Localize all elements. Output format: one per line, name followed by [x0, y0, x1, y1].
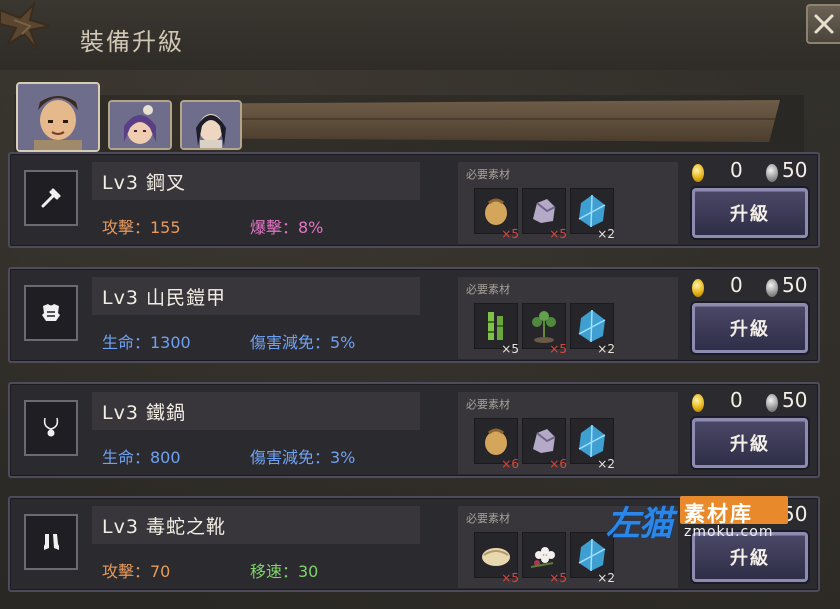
character-tab-3[interactable] — [180, 100, 242, 150]
close-icon — [814, 14, 834, 34]
material-count: ×5 — [549, 571, 567, 585]
materials-panel: 必要素材 ×5 ×5 ×2 — [458, 506, 678, 588]
silver-cost: 50 — [782, 273, 808, 297]
materials-panel: 必要素材 ×6 ×6 ×2 — [458, 392, 678, 474]
necklace-icon — [43, 417, 59, 437]
material-count: ×5 — [549, 342, 567, 356]
silver-coin-icon — [766, 394, 778, 412]
gold-cost: 0 — [730, 158, 743, 182]
gold-coin-icon — [692, 394, 704, 412]
upgrade-button[interactable]: 升級 — [692, 188, 808, 238]
cost-row: 0 50 — [686, 158, 816, 184]
material-slot[interactable]: ×2 — [570, 303, 615, 356]
wood-plank-decoration — [238, 100, 780, 142]
material-count: ×5 — [501, 571, 519, 585]
material-slot[interactable]: ×2 — [570, 418, 615, 471]
materials-label: 必要素材 — [466, 283, 510, 296]
character-portrait-icon — [110, 102, 170, 148]
material-slot[interactable]: ×5 — [474, 188, 519, 241]
silver-cost: 50 — [782, 388, 808, 412]
character-tab-1[interactable] — [16, 82, 100, 152]
equipment-icon-slot[interactable] — [24, 400, 78, 456]
silver-cost: 50 — [782, 502, 808, 526]
header-bar: 裝備升級 — [0, 0, 840, 70]
materials-panel: 必要素材 ×5 ×5 ×2 — [458, 277, 678, 359]
stat-secondary: 移速：30 — [250, 562, 319, 581]
gold-coin-icon — [692, 279, 704, 297]
equipment-name: Lv3 毒蛇之靴 — [102, 516, 226, 538]
equipment-name: Lv3 山民鎧甲 — [102, 287, 226, 309]
branch-decoration-icon — [0, 0, 51, 51]
cost-row: 0 50 — [686, 388, 816, 414]
cost-row: 0 50 — [686, 273, 816, 299]
material-slot[interactable]: ×5 — [522, 303, 567, 356]
equipment-icon-slot[interactable] — [24, 285, 78, 341]
material-slot[interactable]: ×5 — [522, 532, 567, 585]
material-count: ×5 — [549, 227, 567, 241]
character-portrait-icon — [18, 84, 98, 150]
stat-secondary: 傷害減免：3% — [250, 448, 356, 467]
material-slot[interactable]: ×2 — [570, 532, 615, 585]
gold-cost: 0 — [730, 388, 743, 412]
silver-cost: 50 — [782, 158, 808, 182]
material-slot[interactable]: ×2 — [570, 188, 615, 241]
equipment-card: Lv3 鋼叉 攻擊：155 爆擊：8% 必要素材 ×5 ×5 ×2 0 50 升… — [8, 152, 820, 248]
silver-coin-icon — [766, 164, 778, 182]
close-button[interactable] — [806, 4, 840, 44]
page-title: 裝備升級 — [80, 28, 184, 56]
upgrade-button[interactable]: 升級 — [692, 532, 808, 582]
equipment-name-panel: Lv3 鋼叉 — [92, 162, 420, 200]
stat-secondary: 爆擊：8% — [250, 218, 324, 237]
material-count: ×2 — [597, 227, 615, 241]
materials-label: 必要素材 — [466, 398, 510, 411]
equipment-name-panel: Lv3 毒蛇之靴 — [92, 506, 420, 544]
materials-label: 必要素材 — [466, 168, 510, 181]
material-count: ×5 — [501, 227, 519, 241]
cost-row: 50 — [686, 502, 816, 528]
stat-primary: 生命：800 — [102, 448, 181, 467]
armor-icon — [42, 304, 60, 321]
material-slot[interactable]: ×5 — [522, 188, 567, 241]
equipment-name-panel: Lv3 山民鎧甲 — [92, 277, 420, 315]
material-count: ×6 — [549, 457, 567, 471]
materials-panel: 必要素材 ×5 ×5 ×2 — [458, 162, 678, 244]
character-portrait-icon — [182, 102, 240, 148]
material-slot[interactable]: ×6 — [522, 418, 567, 471]
equipment-name: Lv3 鐵鍋 — [102, 402, 186, 424]
fork-weapon-icon — [41, 188, 61, 208]
stat-primary: 攻擊：70 — [102, 562, 171, 581]
silver-coin-icon — [766, 279, 778, 297]
stat-primary: 生命：1300 — [102, 333, 191, 352]
equipment-name-panel: Lv3 鐵鍋 — [92, 392, 420, 430]
gold-cost: 0 — [730, 273, 743, 297]
material-slot[interactable]: ×6 — [474, 418, 519, 471]
equipment-card: Lv3 山民鎧甲 生命：1300 傷害減免：5% 必要素材 ×5 ×5 ×2 0… — [8, 267, 820, 363]
material-count: ×2 — [597, 342, 615, 356]
equipment-name: Lv3 鋼叉 — [102, 172, 186, 194]
material-count: ×2 — [597, 457, 615, 471]
material-slot[interactable]: ×5 — [474, 303, 519, 356]
stat-primary: 攻擊：155 — [102, 218, 181, 237]
upgrade-button[interactable]: 升級 — [692, 303, 808, 353]
character-tab-2[interactable] — [108, 100, 172, 150]
equipment-card: Lv3 鐵鍋 生命：800 傷害減免：3% 必要素材 ×6 ×6 ×2 0 50… — [8, 382, 820, 478]
material-slot[interactable]: ×5 — [474, 532, 519, 585]
upgrade-button[interactable]: 升級 — [692, 418, 808, 468]
stat-secondary: 傷害減免：5% — [250, 333, 356, 352]
boots-icon — [44, 534, 59, 550]
equipment-icon-slot[interactable] — [24, 170, 78, 226]
gold-coin-icon — [692, 164, 704, 182]
material-count: ×2 — [597, 571, 615, 585]
equipment-icon-slot[interactable] — [24, 514, 78, 570]
equipment-card: Lv3 毒蛇之靴 攻擊：70 移速：30 必要素材 ×5 ×5 ×2 50 升級 — [8, 496, 820, 592]
materials-label: 必要素材 — [466, 512, 510, 525]
material-count: ×5 — [501, 342, 519, 356]
material-count: ×6 — [501, 457, 519, 471]
